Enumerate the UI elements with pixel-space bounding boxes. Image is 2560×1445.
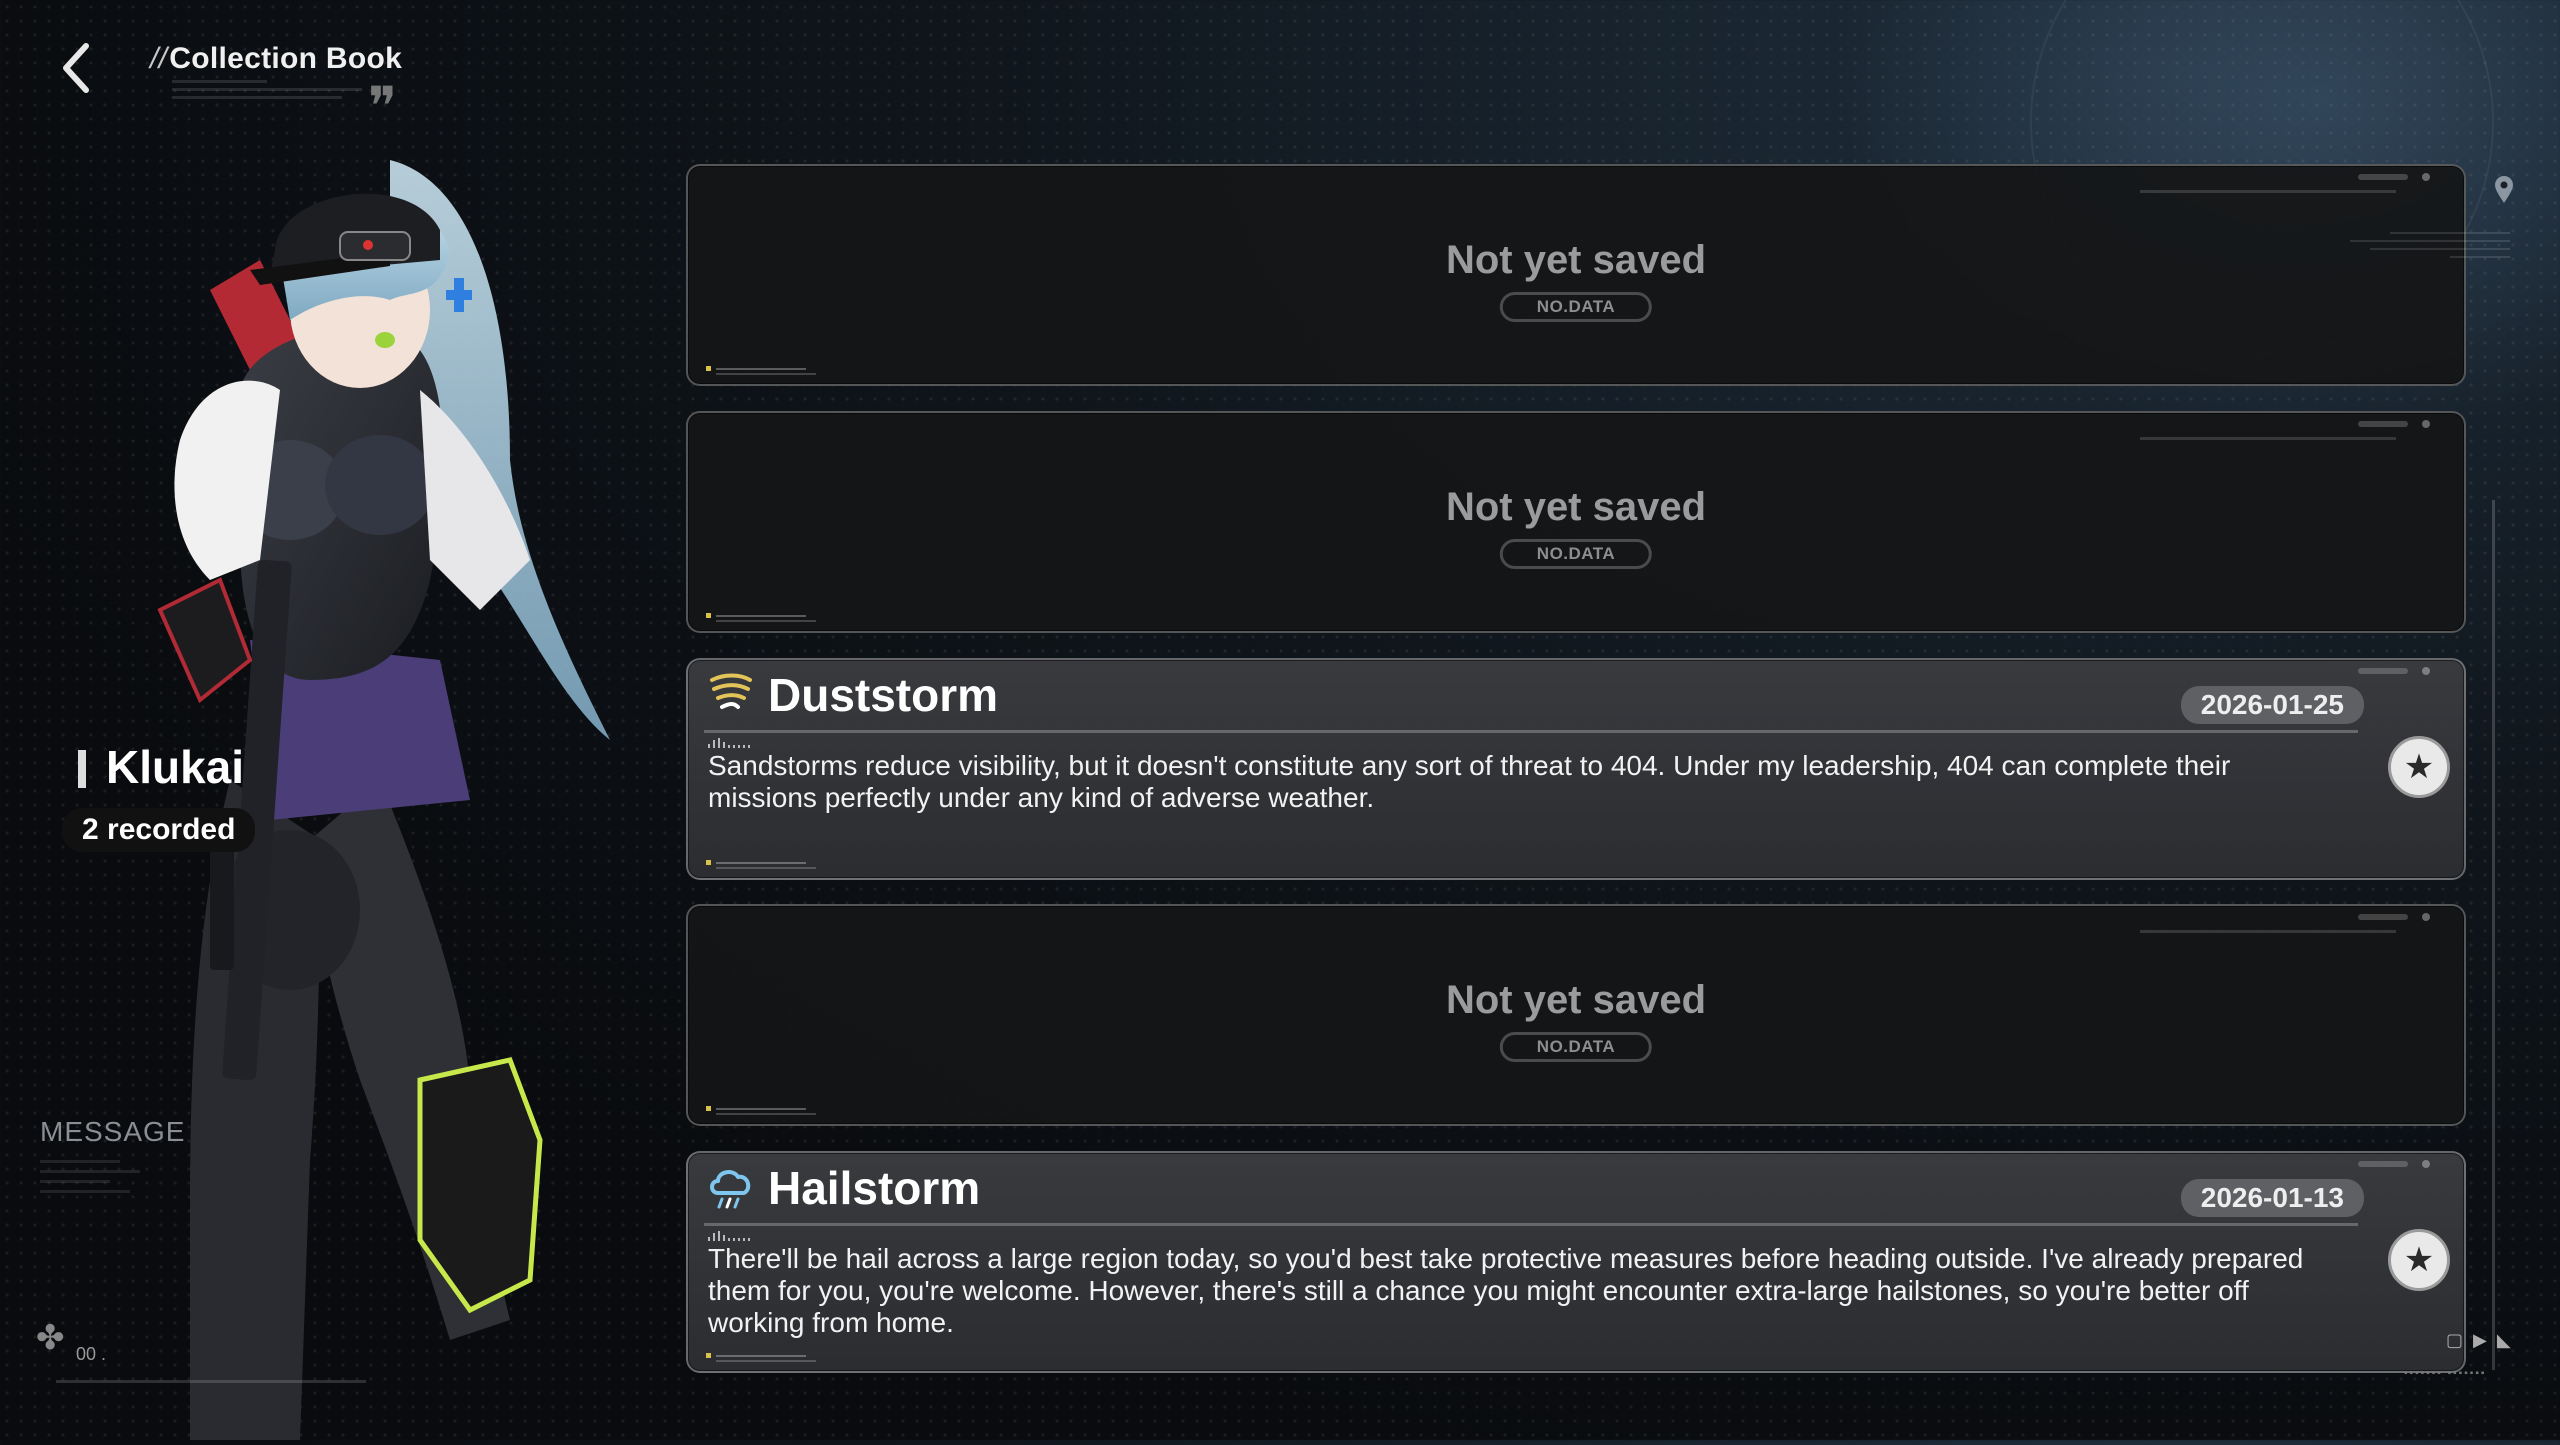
chevron-left-icon <box>63 43 89 93</box>
favorite-button[interactable]: ★ <box>2388 1229 2450 1291</box>
message-decoration-lines <box>40 1160 150 1200</box>
page-title: //Collection Book <box>150 42 402 76</box>
card-footer-mark <box>706 366 816 376</box>
entry-card-empty[interactable]: Not yet saved NO.DATA <box>686 164 2466 386</box>
entry-card-empty[interactable]: Not yet saved NO.DATA <box>686 904 2466 1126</box>
star-icon: ★ <box>2403 748 2435 786</box>
location-pin-icon <box>2494 176 2514 204</box>
right-decoration-lines <box>2300 232 2510 264</box>
card-deco-line <box>2140 930 2396 933</box>
audio-wave-icon <box>708 738 758 748</box>
quote-mark-icon: ❞ <box>368 75 398 138</box>
card-deco-dot <box>2422 173 2430 181</box>
entry-divider <box>704 730 2358 733</box>
page-title-text: Collection Book <box>169 42 403 75</box>
entry-empty-title: Not yet saved <box>1445 238 1707 282</box>
entry-body-text: Sandstorms reduce visibility, but it doe… <box>708 750 2231 813</box>
message-label: MESSAGE <box>40 1116 186 1147</box>
character-name: Klukai <box>76 740 244 794</box>
audio-wave-icon <box>708 1231 758 1241</box>
no-data-badge: NO.DATA <box>1499 292 1653 322</box>
scrollbar[interactable] <box>2492 500 2495 1370</box>
decorative-caption: ▪▪▪▪▪▪▪ ▪▪▪▪▪▪▪ <box>2404 1368 2487 1379</box>
card-deco-pill <box>2358 1161 2408 1167</box>
duststorm-icon <box>706 670 754 718</box>
card-deco-pill <box>2358 914 2408 920</box>
entry-body-text: There'll be hail across a large region t… <box>708 1243 2304 1338</box>
entry-card-hailstorm[interactable]: Hailstorm 2026-01-13 There'll be hail ac… <box>686 1151 2466 1373</box>
entry-title: Hailstorm <box>768 1162 981 1214</box>
card-footer-mark <box>706 1353 816 1363</box>
bottom-counter: 00 . <box>76 1344 107 1364</box>
star-icon: ★ <box>2403 1241 2435 1279</box>
card-deco-dot <box>2422 913 2430 921</box>
card-deco-dot <box>2422 420 2430 428</box>
entry-empty-title: Not yet saved <box>1445 485 1707 529</box>
card-footer-mark <box>706 613 816 623</box>
entry-date-badge: 2026-01-13 <box>2180 1179 2364 1217</box>
title-slashes: // <box>150 42 168 75</box>
card-deco-line <box>2140 437 2396 440</box>
card-deco-dot <box>2422 1160 2430 1168</box>
entry-card-duststorm[interactable]: Duststorm 2026-01-25 Sandstorms reduce v… <box>686 658 2466 880</box>
card-deco-line <box>2140 190 2396 193</box>
card-footer-mark <box>706 1106 816 1116</box>
recorded-count-badge: 2 recorded <box>62 808 256 852</box>
card-deco-dot <box>2422 667 2430 675</box>
entry-divider <box>704 1223 2358 1226</box>
no-data-badge: NO.DATA <box>1499 1032 1653 1062</box>
entry-date-badge: 2026-01-25 <box>2180 686 2364 724</box>
card-deco-pill <box>2358 421 2408 427</box>
bottom-right-icons: ▢▶◣ <box>2446 1330 2521 1350</box>
card-deco-pill <box>2358 668 2408 674</box>
entry-card-empty[interactable]: Not yet saved NO.DATA <box>686 411 2466 633</box>
card-footer-mark <box>706 860 816 870</box>
bottom-divider <box>56 1380 366 1383</box>
favorite-button[interactable]: ★ <box>2388 736 2450 798</box>
entry-empty-title: Not yet saved <box>1445 978 1707 1022</box>
no-data-badge: NO.DATA <box>1499 539 1653 569</box>
card-deco-pill <box>2358 174 2408 180</box>
clover-icon: ✤ <box>36 1319 65 1357</box>
back-button[interactable] <box>52 38 102 98</box>
entry-title: Duststorm <box>768 669 999 721</box>
hailstorm-icon <box>706 1163 754 1211</box>
